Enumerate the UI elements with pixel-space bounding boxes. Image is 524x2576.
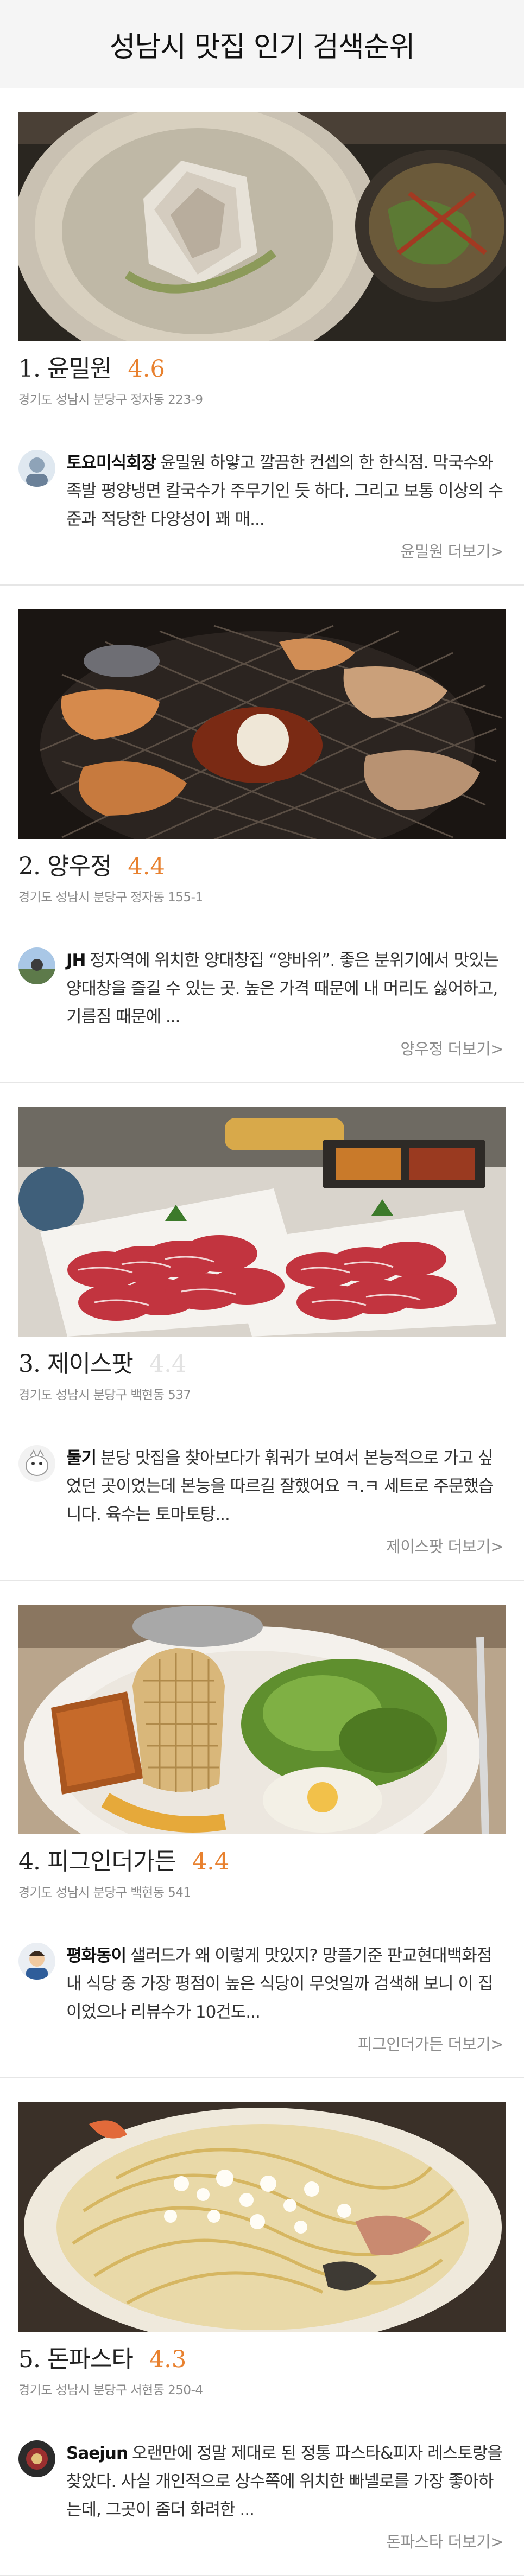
- reviewer-name: 둘기: [66, 1448, 97, 1468]
- reviewer-name: 평화동이: [66, 1946, 127, 1966]
- restaurant-card[interactable]: 4. 피그인더가든 4.4 경기도 성남시 분당구 백현동 541 평화동이 샐러…: [0, 1581, 524, 2078]
- restaurant-name[interactable]: 2. 양우정: [18, 847, 112, 881]
- restaurant-address: 경기도 성남시 분당구 정자동 155-1: [18, 891, 203, 905]
- review: 둘기 분당 맛집을 찾아보다가 훠궈가 보여서 본능적으로 가고 싶었던 곳이었는…: [18, 1444, 506, 1529]
- review: JH 정자역에 위치한 양대창집 “양바위”. 좋은 분위기에서 맛있는 양대창을…: [18, 946, 506, 1031]
- restaurant-score: 4.4: [192, 1848, 230, 1875]
- reviewer-name: JH: [66, 951, 86, 970]
- more-link[interactable]: 윤밀원 더보기>: [18, 539, 503, 562]
- restaurant-address: 경기도 성남시 분당구 서현동 250-4: [18, 2383, 203, 2397]
- restaurant-photo[interactable]: [18, 112, 506, 341]
- restaurant-name[interactable]: 5. 돈파스타: [18, 2339, 134, 2374]
- restaurant-photo[interactable]: [18, 2102, 506, 2332]
- restaurant-name[interactable]: 4. 피그인더가든: [18, 1842, 176, 1877]
- restaurant-photo[interactable]: [18, 609, 506, 839]
- reviewer-name: Saejun: [66, 2444, 128, 2463]
- review-text: 샐러드가 왜 이렇게 맛있지? 망플기준 판교현대백화점 내 식당 중 가장 평…: [66, 1946, 493, 2022]
- avatar: [18, 947, 55, 984]
- review: 토요미식회장 윤밀원 하얗고 깔끔한 컨셉의 한 한식점. 막국수와 족발 평양냉…: [18, 449, 506, 533]
- avatar: [18, 1445, 55, 1482]
- noodle-soup-photo: [18, 112, 506, 341]
- restaurant-score: 4.3: [149, 2346, 187, 2373]
- restaurant-card[interactable]: 3. 제이스팟 4.4 경기도 성남시 분당구 백현동 537 둘기 분당 맛집을…: [0, 1083, 524, 1581]
- review: 평화동이 샐러드가 왜 이렇게 맛있지? 망플기준 판교현대백화점 내 식당 중 …: [18, 1942, 506, 2026]
- avatar: [18, 1943, 55, 1980]
- restaurant-name[interactable]: 1. 윤밀원: [18, 349, 112, 384]
- pasta-photo: [18, 2102, 506, 2332]
- review-text: 오랜만에 정말 제대로 된 정통 파스타&피자 레스토랑을 찾았다. 사실 개인…: [66, 2444, 503, 2520]
- review-text: 정자역에 위치한 양대창집 “양바위”. 좋은 분위기에서 맛있는 양대창을 즐…: [66, 951, 499, 1027]
- restaurant-photo[interactable]: [18, 1107, 506, 1337]
- restaurant-card[interactable]: 1. 윤밀원 4.6 경기도 성남시 분당구 정자동 223-9 토요미식회장 윤…: [0, 88, 524, 586]
- grilled-tripe-photo: [18, 609, 506, 839]
- restaurant-card[interactable]: 5. 돈파스타 4.3 경기도 성남시 분당구 서현동 250-4 Saejun…: [0, 2078, 524, 2576]
- more-link[interactable]: 돈파스타 더보기>: [18, 2529, 503, 2552]
- page-header: 성남시 맛집 인기 검색순위: [0, 0, 524, 88]
- restaurant-photo[interactable]: [18, 1605, 506, 1834]
- review-text: 분당 맛집을 찾아보다가 훠궈가 보여서 본능적으로 가고 싶었던 곳이었는데 …: [66, 1448, 494, 1524]
- more-link[interactable]: 양우정 더보기>: [18, 1036, 503, 1059]
- reviewer-name: 토요미식회장: [66, 453, 156, 473]
- page-title: 성남시 맛집 인기 검색순위: [109, 30, 415, 63]
- more-link[interactable]: 제이스팟 더보기>: [18, 1534, 503, 1557]
- more-link[interactable]: 피그인더가든 더보기>: [18, 2032, 504, 2055]
- restaurant-score: 4.4: [128, 853, 165, 880]
- restaurant-score: 4.6: [128, 355, 165, 383]
- restaurant-address: 경기도 성남시 분당구 정자동 223-9: [18, 393, 203, 407]
- restaurant-card[interactable]: 2. 양우정 4.4 경기도 성남시 분당구 정자동 155-1 JH 정자역에 …: [0, 586, 524, 1083]
- restaurant-name[interactable]: 3. 제이스팟: [18, 1344, 134, 1379]
- restaurant-address: 경기도 성남시 분당구 백현동 541: [18, 1886, 191, 1900]
- restaurant-score: 4.4: [149, 1351, 187, 1378]
- avatar: [18, 2440, 55, 2477]
- restaurant-address: 경기도 성남시 분당구 백현동 537: [18, 1388, 191, 1402]
- salad-plate-photo: [18, 1605, 506, 1834]
- beef-slices-photo: [18, 1107, 506, 1337]
- avatar: [18, 450, 55, 487]
- review: Saejun 오랜만에 정말 제대로 된 정통 파스타&피자 레스토랑을 찾았다.…: [18, 2439, 506, 2524]
